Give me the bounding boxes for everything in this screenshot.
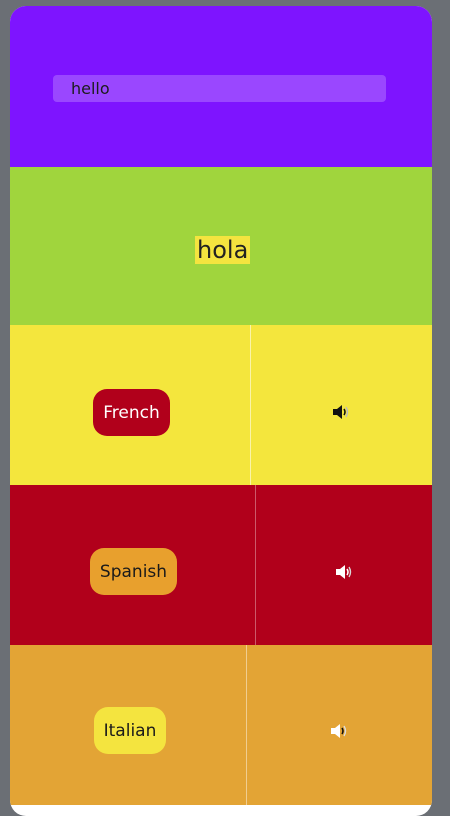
language-row-french: French bbox=[10, 325, 432, 485]
row-divider bbox=[250, 325, 251, 485]
translation-text: hola bbox=[195, 236, 251, 264]
language-row-spanish: Spanish bbox=[10, 485, 432, 645]
italian-button[interactable]: Italian bbox=[94, 707, 166, 754]
input-section: hello bbox=[10, 6, 432, 167]
search-input[interactable]: hello bbox=[53, 75, 386, 102]
translation-section: hola bbox=[10, 167, 432, 325]
row-divider bbox=[246, 645, 247, 805]
row-divider bbox=[255, 485, 256, 645]
app-screen: hello hola French Spanish Italian bbox=[10, 6, 432, 816]
speaker-icon[interactable] bbox=[328, 400, 352, 424]
speaker-icon[interactable] bbox=[331, 560, 355, 584]
language-row-italian: Italian bbox=[10, 645, 432, 805]
spanish-button[interactable]: Spanish bbox=[90, 548, 177, 595]
speaker-icon[interactable] bbox=[326, 719, 350, 743]
french-button[interactable]: French bbox=[93, 389, 170, 436]
